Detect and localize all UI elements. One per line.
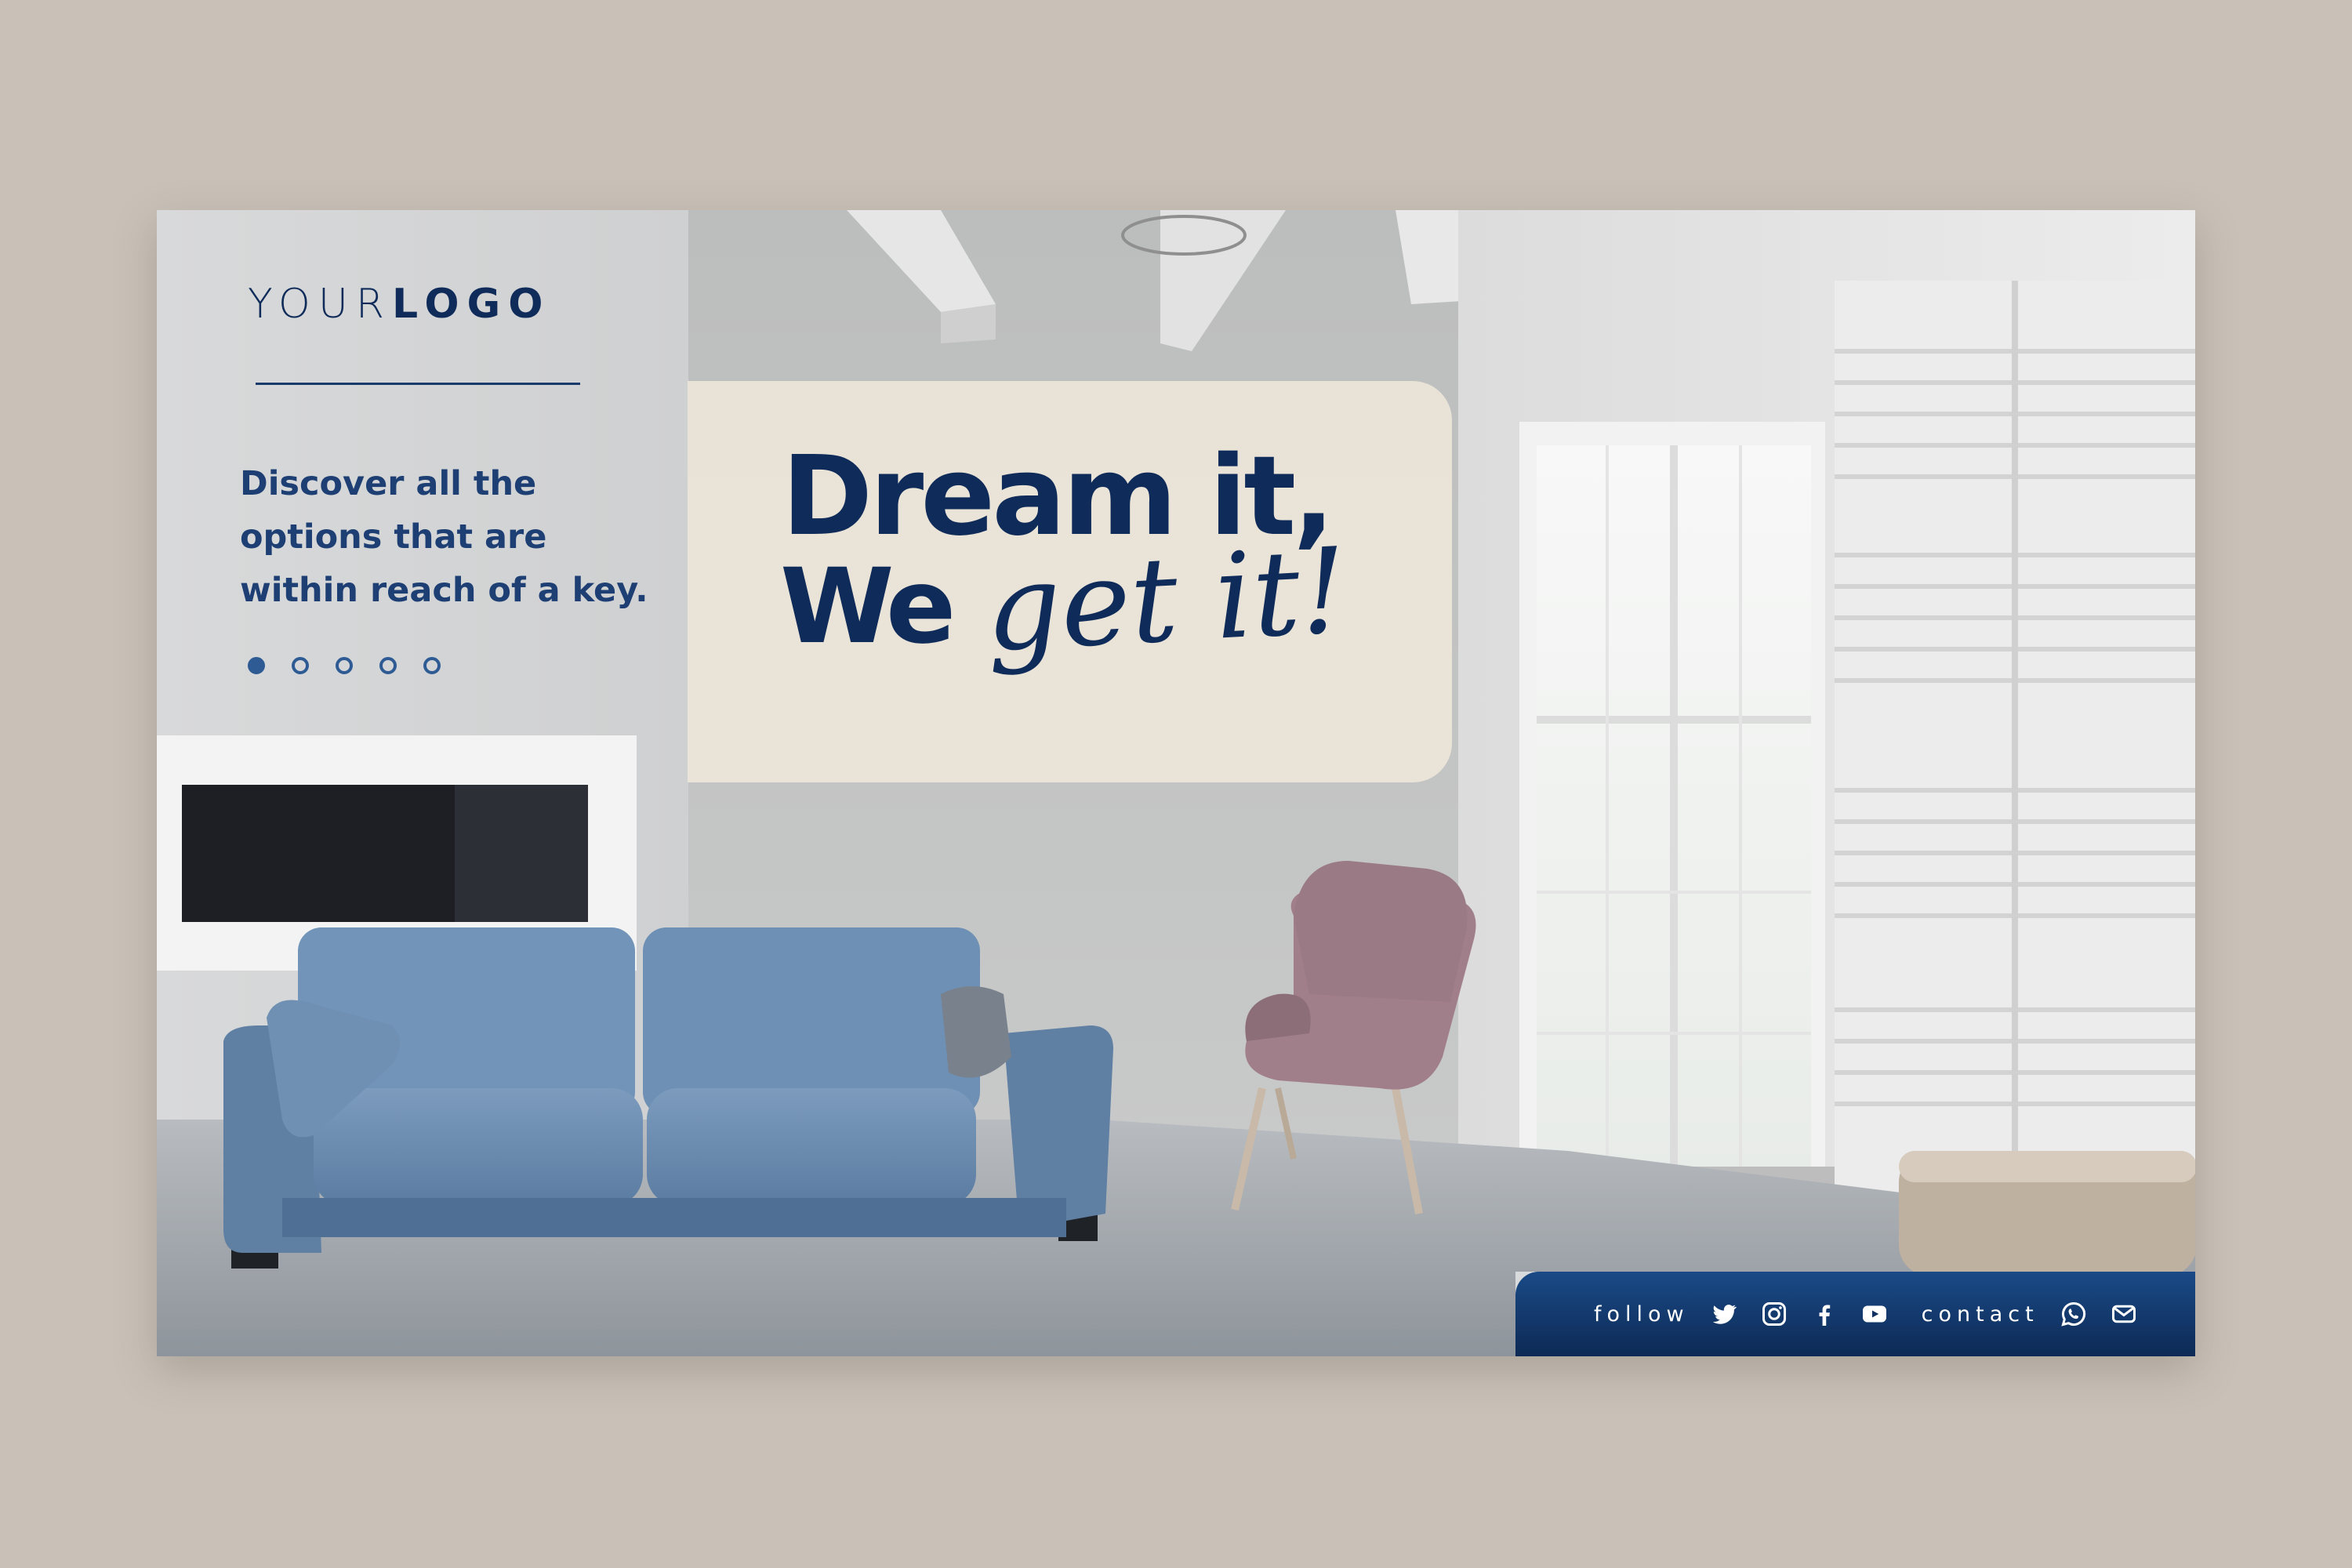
carousel-dot-2[interactable]: [292, 657, 309, 674]
whatsapp-icon[interactable]: [2058, 1298, 2089, 1330]
brand-logo[interactable]: YOURLOGO: [248, 281, 550, 328]
logo-divider: [256, 383, 580, 385]
mail-icon[interactable]: [2108, 1298, 2140, 1330]
carousel-dot-4[interactable]: [379, 657, 397, 674]
social-footer-bar: follow contact: [1515, 1272, 2195, 1356]
headline-card: Dream it, We get it!: [688, 381, 1452, 782]
logo-part-logo: LOGO: [392, 281, 551, 328]
carousel-dot-3[interactable]: [336, 657, 353, 674]
tagline-text: Discover all the options that are within…: [240, 464, 648, 610]
follow-label: follow: [1594, 1301, 1690, 1327]
carousel-dot-1[interactable]: [248, 657, 265, 674]
headline-line-2-script: get it!: [982, 523, 1351, 678]
youtube-icon[interactable]: [1859, 1298, 1890, 1330]
twitter-icon[interactable]: [1708, 1298, 1740, 1330]
facebook-icon[interactable]: [1809, 1298, 1840, 1330]
carousel-dot-5[interactable]: [423, 657, 441, 674]
instagram-icon[interactable]: [1759, 1298, 1790, 1330]
hero-banner: YOURLOGO Discover all the options that a…: [157, 210, 2195, 1356]
contact-label: contact: [1921, 1301, 2039, 1327]
carousel-dots: [248, 657, 441, 674]
logo-part-your: YOUR: [248, 281, 393, 328]
headline-line-2-we: We: [780, 546, 956, 667]
